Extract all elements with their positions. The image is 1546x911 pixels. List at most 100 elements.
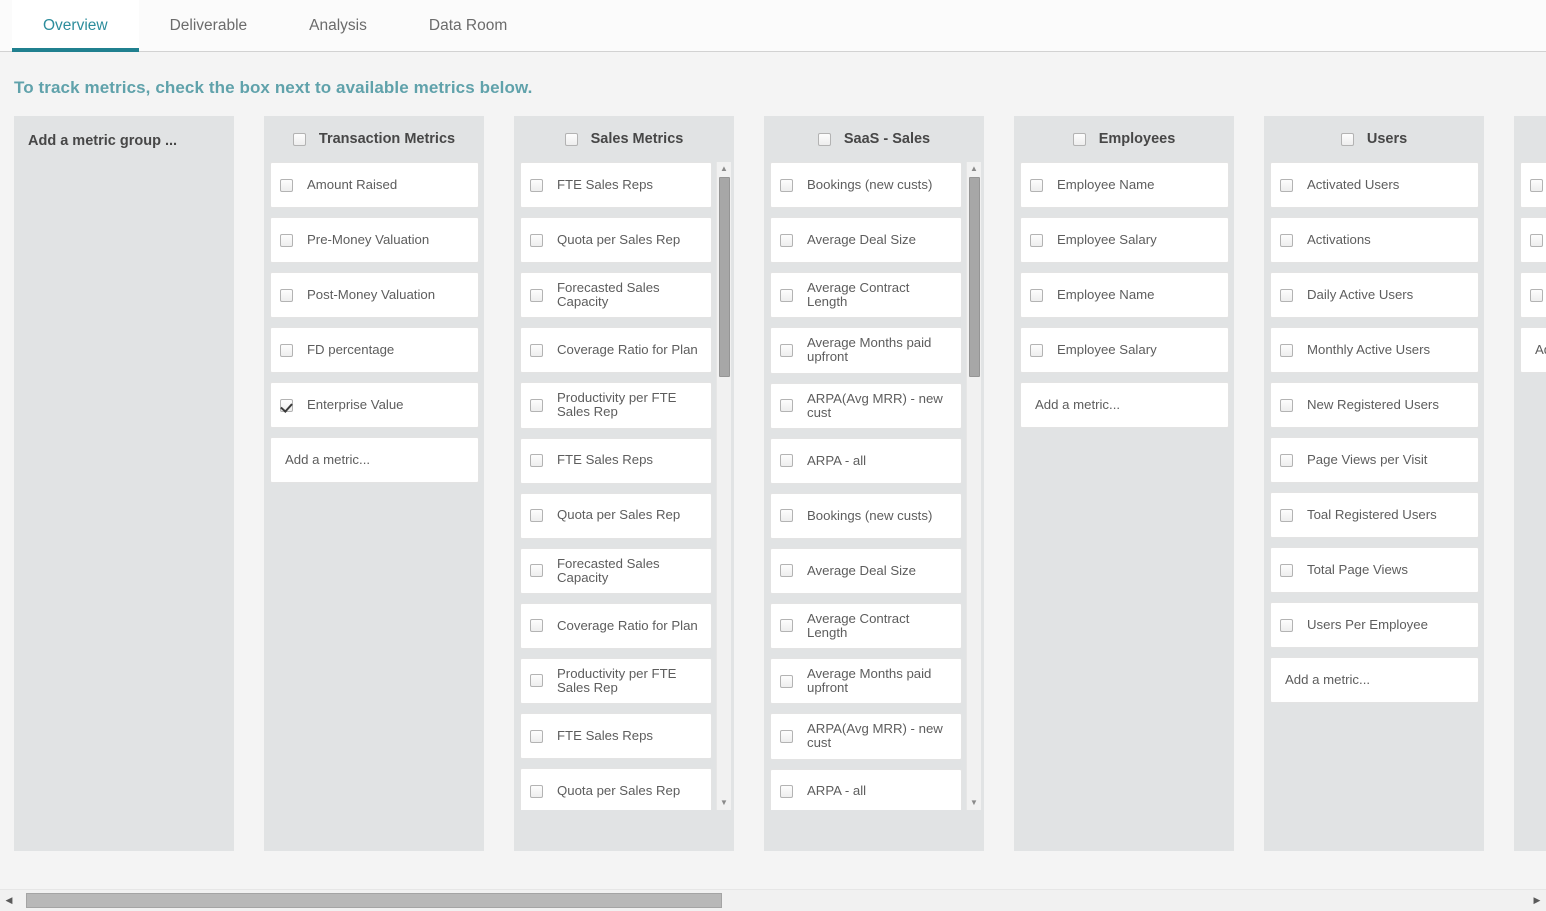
- metric-checkbox[interactable]: [530, 454, 543, 467]
- metric-checkbox[interactable]: [1030, 233, 1043, 247]
- metric-row[interactable]: Enterprise Value: [270, 382, 479, 428]
- metric-row[interactable]: Productivity per FTE Sales Rep: [520, 382, 712, 429]
- scroll-up-arrow-icon[interactable]: ▲: [967, 162, 981, 176]
- metric-row[interactable]: [1520, 272, 1546, 318]
- metric-checkbox[interactable]: [780, 343, 793, 357]
- metric-checkbox[interactable]: [530, 564, 543, 578]
- metric-checkbox[interactable]: [280, 288, 293, 302]
- metric-row[interactable]: Average Deal Size: [770, 547, 962, 594]
- metric-checkbox[interactable]: [1280, 453, 1293, 467]
- metric-row[interactable]: Activated Users: [1270, 162, 1479, 208]
- metric-row[interactable]: Pre-Money Valuation: [270, 217, 479, 263]
- group-select-checkbox[interactable]: [564, 132, 578, 146]
- metric-checkbox[interactable]: [780, 674, 793, 688]
- metric-checkbox[interactable]: [530, 398, 543, 412]
- metric-row[interactable]: Forecasted Sales Capacity: [520, 272, 712, 319]
- metric-checkbox[interactable]: [530, 178, 543, 192]
- metric-checkbox[interactable]: [1280, 343, 1293, 357]
- horizontal-scroll-track[interactable]: [18, 893, 1528, 908]
- metric-checkbox[interactable]: [780, 178, 793, 192]
- metric-row[interactable]: ARPA - all: [770, 768, 962, 810]
- metric-row[interactable]: Forecasted Sales Capacity: [520, 547, 712, 594]
- metric-row[interactable]: Bookings (new custs): [770, 162, 962, 208]
- metric-checkbox[interactable]: [530, 509, 543, 522]
- metric-row[interactable]: Average Contract Length: [770, 602, 962, 649]
- scroll-down-arrow-icon[interactable]: ▼: [717, 796, 731, 810]
- scroll-thumb[interactable]: [969, 177, 980, 377]
- metric-checkbox[interactable]: [780, 454, 793, 468]
- metric-list-scrollbar[interactable]: ▲ ▼: [716, 162, 731, 810]
- metric-checkbox[interactable]: [1280, 178, 1293, 192]
- metric-row[interactable]: FTE Sales Reps: [520, 437, 712, 484]
- metric-checkbox[interactable]: [1030, 288, 1043, 302]
- metric-list-scrollbar[interactable]: ▲ ▼: [966, 162, 981, 810]
- metric-checkbox[interactable]: [1280, 398, 1293, 412]
- metric-row[interactable]: Coverage Ratio for Plan: [520, 327, 712, 374]
- metric-row[interactable]: Employee Salary: [1020, 217, 1229, 263]
- metric-checkbox[interactable]: [280, 233, 293, 247]
- scroll-thumb[interactable]: [719, 177, 730, 377]
- metric-checkbox[interactable]: [780, 288, 793, 302]
- metric-checkbox[interactable]: [530, 784, 543, 798]
- metric-row[interactable]: Bookings (new custs): [770, 492, 962, 539]
- metric-checkbox[interactable]: [1530, 288, 1543, 302]
- group-select-checkbox[interactable]: [1072, 132, 1086, 146]
- metric-checkbox[interactable]: [530, 288, 543, 302]
- metric-row[interactable]: ARPA(Avg MRR) - new cust: [770, 713, 962, 760]
- tab-analysis[interactable]: Analysis: [278, 0, 398, 51]
- metric-checkbox[interactable]: [780, 619, 793, 633]
- metric-checkbox[interactable]: [530, 619, 543, 633]
- metric-row[interactable]: Average Months paid upfront: [770, 327, 962, 374]
- metric-checkbox[interactable]: [780, 509, 793, 523]
- add-metric-row[interactable]: Add a metric...: [270, 437, 479, 483]
- group-select-checkbox[interactable]: [817, 132, 831, 146]
- scroll-down-arrow-icon[interactable]: ▼: [967, 796, 981, 810]
- metric-checkbox[interactable]: [780, 564, 793, 578]
- metric-checkbox[interactable]: [1530, 233, 1543, 247]
- metric-checkbox[interactable]: [1280, 563, 1293, 577]
- metric-row[interactable]: Amount Raised: [270, 162, 479, 208]
- metric-row[interactable]: Toal Registered Users: [1270, 492, 1479, 538]
- metric-row[interactable]: Daily Active Users: [1270, 272, 1479, 318]
- horizontal-scroll-thumb[interactable]: [26, 893, 722, 908]
- scroll-left-arrow-icon[interactable]: ◀: [0, 896, 18, 905]
- metric-checkbox[interactable]: [530, 343, 543, 357]
- metric-checkbox[interactable]: [530, 729, 543, 743]
- tab-data-room[interactable]: Data Room: [398, 0, 538, 51]
- metric-row[interactable]: Employee Name: [1020, 162, 1229, 208]
- metric-checkbox[interactable]: [1530, 178, 1543, 192]
- metric-checkbox[interactable]: [1030, 178, 1043, 192]
- metric-row[interactable]: Quota per Sales Rep: [520, 768, 712, 810]
- metric-row[interactable]: Activations: [1270, 217, 1479, 263]
- metric-row[interactable]: FD percentage: [270, 327, 479, 373]
- metric-checkbox[interactable]: [1030, 343, 1043, 357]
- scroll-right-arrow-icon[interactable]: ▶: [1528, 896, 1546, 905]
- metric-row[interactable]: Employee Name: [1020, 272, 1229, 318]
- metric-checkbox[interactable]: [1280, 618, 1293, 632]
- add-metric-row[interactable]: Add a metric...: [1020, 382, 1229, 428]
- add-metric-group-card[interactable]: Add a metric group ...: [14, 116, 234, 851]
- metric-checkbox[interactable]: [280, 343, 293, 357]
- metric-checkbox[interactable]: [1280, 288, 1293, 302]
- metric-row[interactable]: Quota per Sales Rep: [520, 492, 712, 539]
- metric-checkbox[interactable]: [530, 233, 543, 247]
- metric-checkbox[interactable]: [1280, 508, 1293, 522]
- scroll-up-arrow-icon[interactable]: ▲: [717, 162, 731, 176]
- metric-row[interactable]: FTE Sales Reps: [520, 162, 712, 208]
- tab-deliverable[interactable]: Deliverable: [139, 0, 279, 51]
- group-select-checkbox[interactable]: [1340, 132, 1354, 146]
- metric-row[interactable]: Productivity per FTE Sales Rep: [520, 657, 712, 704]
- metric-row[interactable]: Average Contract Length: [770, 272, 962, 319]
- metric-row[interactable]: Post-Money Valuation: [270, 272, 479, 318]
- metric-row[interactable]: FTE Sales Reps: [520, 713, 712, 759]
- metric-checkbox[interactable]: [280, 178, 293, 192]
- metric-row[interactable]: ARPA(Avg MRR) - new cust: [770, 382, 962, 429]
- metric-checkbox[interactable]: [780, 785, 793, 798]
- metric-row[interactable]: Total Page Views: [1270, 547, 1479, 593]
- metric-row[interactable]: ARPA - all: [770, 437, 962, 484]
- tab-overview[interactable]: Overview: [12, 0, 139, 52]
- metric-checkbox[interactable]: [280, 398, 293, 412]
- add-metric-row[interactable]: Add a metric...: [1520, 327, 1546, 373]
- metric-checkbox[interactable]: [530, 674, 543, 688]
- metric-row[interactable]: Coverage Ratio for Plan: [520, 602, 712, 649]
